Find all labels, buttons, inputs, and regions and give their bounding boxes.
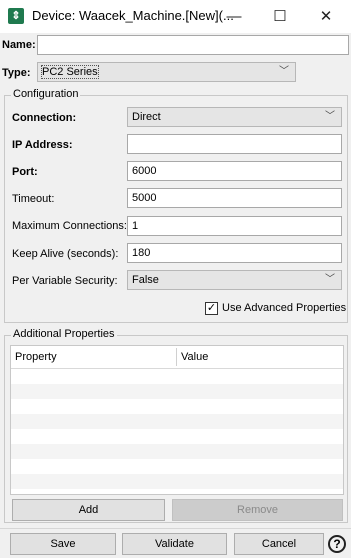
ip-address-input[interactable] [127,134,342,154]
table-row[interactable] [11,444,343,459]
minimize-button[interactable]: — [211,0,257,33]
table-row[interactable] [11,369,343,384]
table-row[interactable] [11,459,343,474]
per-variable-security-select[interactable]: False ﹀ [127,270,342,290]
name-input[interactable] [37,35,349,55]
cancel-button[interactable]: Cancel [234,533,324,555]
connection-select[interactable]: Direct ﹀ [127,107,342,127]
table-row[interactable] [11,384,343,399]
type-select[interactable]: PC2 Series ﹀ [37,62,296,82]
keep-alive-label: Keep Alive (seconds): [12,248,119,260]
checkmark-icon: ✓ [206,302,217,314]
per-variable-security-label: Per Variable Security: [12,275,118,287]
configuration-title: Configuration [11,88,81,100]
footer-separator [0,528,351,529]
chevron-down-icon: ﹀ [279,66,289,77]
use-advanced-properties-label[interactable]: Use Advanced Properties [222,302,346,314]
table-header: Property Value [11,346,343,369]
max-connections-input[interactable]: 1 [127,216,342,236]
add-button[interactable]: Add [12,499,165,521]
window-title: Device: Waacek_Machine.[New](... [32,8,234,23]
table-row[interactable] [11,414,343,429]
chevron-down-icon: ﹀ [325,111,335,122]
max-connections-label: Maximum Connections: [12,220,127,232]
table-row[interactable] [11,429,343,444]
column-header-property[interactable]: Property [11,346,175,368]
close-button[interactable]: ✕ [303,0,349,33]
connection-label: Connection: [12,112,77,124]
per-variable-security-value: False [132,274,159,286]
title-bar[interactable]: ⇕ Device: Waacek_Machine.[New](... — ☐ ✕ [0,0,351,33]
app-icon: ⇕ [8,8,24,24]
remove-button[interactable]: Remove [172,499,343,521]
chevron-down-icon: ﹀ [325,274,335,285]
help-icon[interactable]: ? [328,535,346,553]
maximize-button[interactable]: ☐ [257,0,303,33]
type-select-value: PC2 Series [41,65,99,79]
properties-table[interactable]: Property Value [10,345,344,495]
port-input[interactable]: 6000 [127,161,342,181]
additional-properties-title: Additional Properties [11,328,117,340]
name-label: Name: [2,39,36,51]
use-advanced-properties-checkbox[interactable]: ✓ [205,302,218,315]
save-button[interactable]: Save [10,533,116,555]
column-header-value[interactable]: Value [177,346,341,368]
validate-button[interactable]: Validate [122,533,227,555]
table-row[interactable] [11,474,343,489]
connection-select-value: Direct [132,111,161,123]
port-label: Port: [12,166,38,178]
timeout-input[interactable]: 5000 [127,188,342,208]
ip-address-label: IP Address: [12,139,73,151]
table-row[interactable] [11,399,343,414]
timeout-label: Timeout: [12,193,55,205]
keep-alive-input[interactable]: 180 [127,243,342,263]
type-label: Type: [2,67,31,79]
